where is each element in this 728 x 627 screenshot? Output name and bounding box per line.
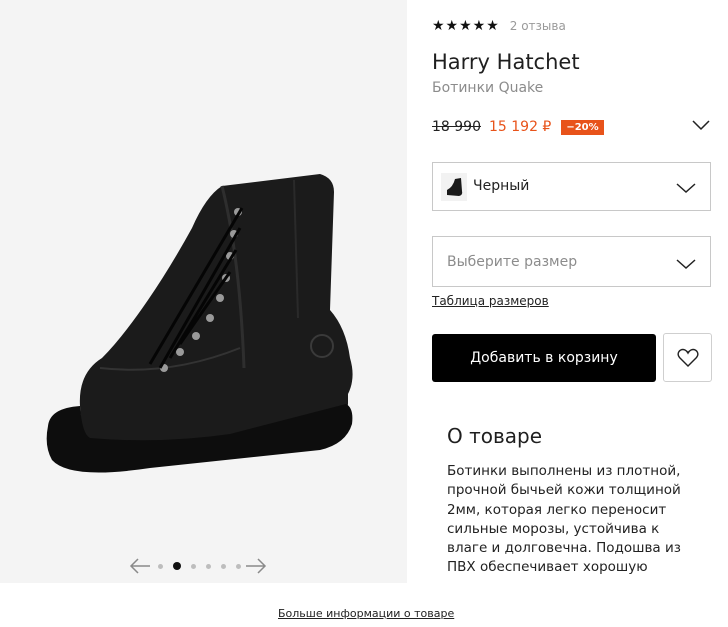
- boot-image[interactable]: [30, 168, 370, 508]
- favorite-button[interactable]: [663, 333, 712, 382]
- new-price: 15 192 ₽: [489, 119, 552, 135]
- gallery-dot[interactable]: [191, 563, 196, 569]
- about-title: О товаре: [447, 424, 543, 448]
- gallery-dots: [158, 562, 241, 570]
- chevron-down-icon[interactable]: [692, 119, 710, 131]
- color-value: Черный: [473, 178, 530, 194]
- product-gallery: [0, 0, 407, 583]
- more-info-link[interactable]: Больше информации о товаре: [278, 607, 454, 620]
- gallery-dot[interactable]: [206, 563, 211, 569]
- gallery-dot[interactable]: [173, 562, 181, 570]
- chevron-down-icon: [676, 259, 696, 270]
- product-subtitle: Ботинки Quake: [432, 80, 544, 96]
- color-select[interactable]: Черный: [432, 162, 711, 211]
- size-select[interactable]: Выберите размер: [432, 236, 711, 287]
- color-thumbnail: [441, 173, 467, 201]
- arrow-right-icon[interactable]: [244, 556, 268, 576]
- size-table-link[interactable]: Таблица размеров: [432, 294, 549, 308]
- gallery-dot[interactable]: [158, 563, 163, 569]
- chevron-down-icon: [676, 183, 696, 194]
- rating: ★★★★★ 2 отзыва: [432, 18, 566, 34]
- gallery-dot[interactable]: [236, 563, 241, 569]
- gallery-navigation: [128, 554, 268, 578]
- gallery-dot[interactable]: [221, 563, 226, 569]
- old-price: 18 990: [432, 119, 481, 135]
- discount-badge: −20%: [561, 119, 604, 135]
- add-to-cart-button[interactable]: Добавить в корзину: [432, 334, 656, 382]
- reviews-link[interactable]: 2 отзыва: [510, 19, 566, 33]
- about-description: Ботинки выполнены из плотной, прочной бы…: [447, 463, 681, 576]
- brand-name[interactable]: Harry Hatchet: [432, 50, 580, 74]
- arrow-left-icon[interactable]: [128, 556, 152, 576]
- rating-stars-icon: ★★★★★: [432, 18, 500, 34]
- price-row: 18 990 15 192 ₽ −20%: [432, 117, 712, 137]
- size-placeholder: Выберите размер: [447, 254, 578, 270]
- heart-icon: [677, 348, 699, 367]
